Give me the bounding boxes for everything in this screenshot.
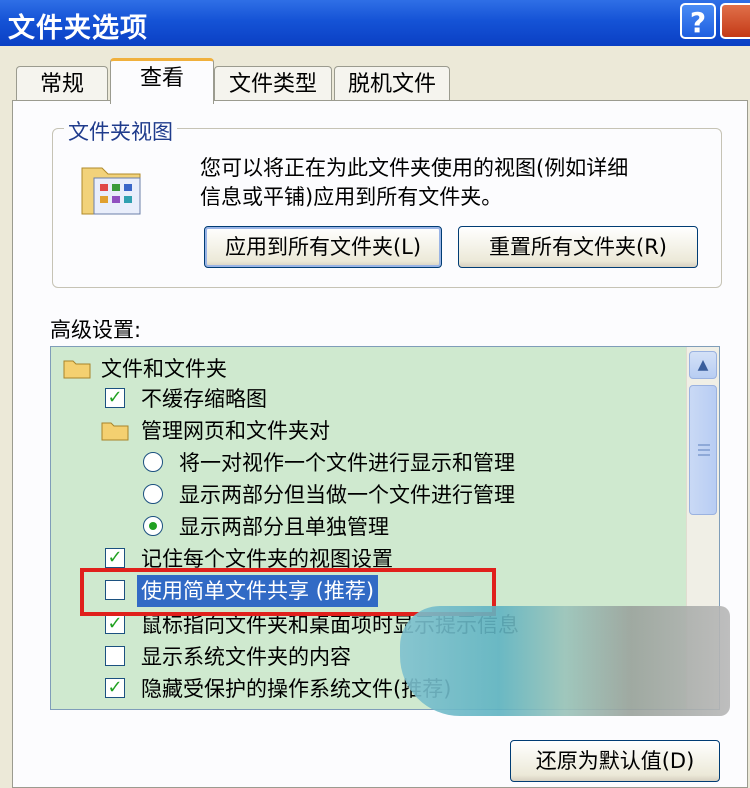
list-item-label: 显示系统文件夹的内容 [141,645,351,669]
grip-line [698,444,710,446]
radio-button-selected[interactable] [143,516,163,536]
checkbox-checked[interactable]: ✓ [105,614,125,634]
list-item-label: 显示两部分但当做一个文件进行管理 [179,483,515,507]
folder-icon [101,422,129,441]
obscured-region [400,606,730,716]
advanced-settings-label: 高级设置: [50,318,142,342]
tab-general[interactable]: 常规 [16,66,108,102]
help-button[interactable]: ? [680,3,716,39]
checkbox-unchecked[interactable] [105,646,125,666]
list-item-label: 不缓存缩略图 [141,387,267,411]
scroll-thumb[interactable] [689,385,717,515]
window-title: 文件夹选项 [8,13,148,44]
list-item-label: 管理网页和文件夹对 [141,419,330,443]
checkbox-checked[interactable]: ✓ [105,388,125,408]
restore-defaults-button[interactable]: 还原为默认值(D) [510,740,720,782]
help-icon: ? [689,6,707,39]
folder-icon [63,360,91,379]
folder-view-icon [81,167,141,215]
list-item-label: 文件和文件夹 [101,357,227,381]
checkbox-checked[interactable]: ✓ [105,678,125,698]
radio-button[interactable] [143,452,163,472]
tab-file-types[interactable]: 文件类型 [214,66,332,102]
radio-button[interactable] [143,484,163,504]
tab-view[interactable]: 查看 [110,58,214,104]
grip-line [698,449,710,451]
folder-view-group-title: 文件夹视图 [64,116,177,146]
list-item-label: 显示两部分且单独管理 [179,515,389,539]
scroll-up-button[interactable]: ▲ [689,351,717,379]
apply-to-all-folders-button[interactable]: 应用到所有文件夹(L) [204,226,442,268]
checkbox-checked[interactable]: ✓ [105,548,125,568]
reset-all-folders-button[interactable]: 重置所有文件夹(R) [458,226,698,268]
grip-line [698,454,710,456]
description-line-1: 您可以将正在为此文件夹使用的视图(例如详细 [200,156,629,180]
list-item-label: 将一对视作一个文件进行显示和管理 [179,451,515,475]
tab-offline-files[interactable]: 脱机文件 [334,66,450,102]
description-line-2: 信息或平铺)应用到所有文件夹。 [200,185,503,209]
title-bar: 文件夹选项 ? [0,0,750,46]
chevron-up-icon: ▲ [697,357,709,373]
folder-view-description: 您可以将正在为此文件夹使用的视图(例如详细 信息或平铺)应用到所有文件夹。 [200,154,710,212]
close-button[interactable] [720,3,750,39]
